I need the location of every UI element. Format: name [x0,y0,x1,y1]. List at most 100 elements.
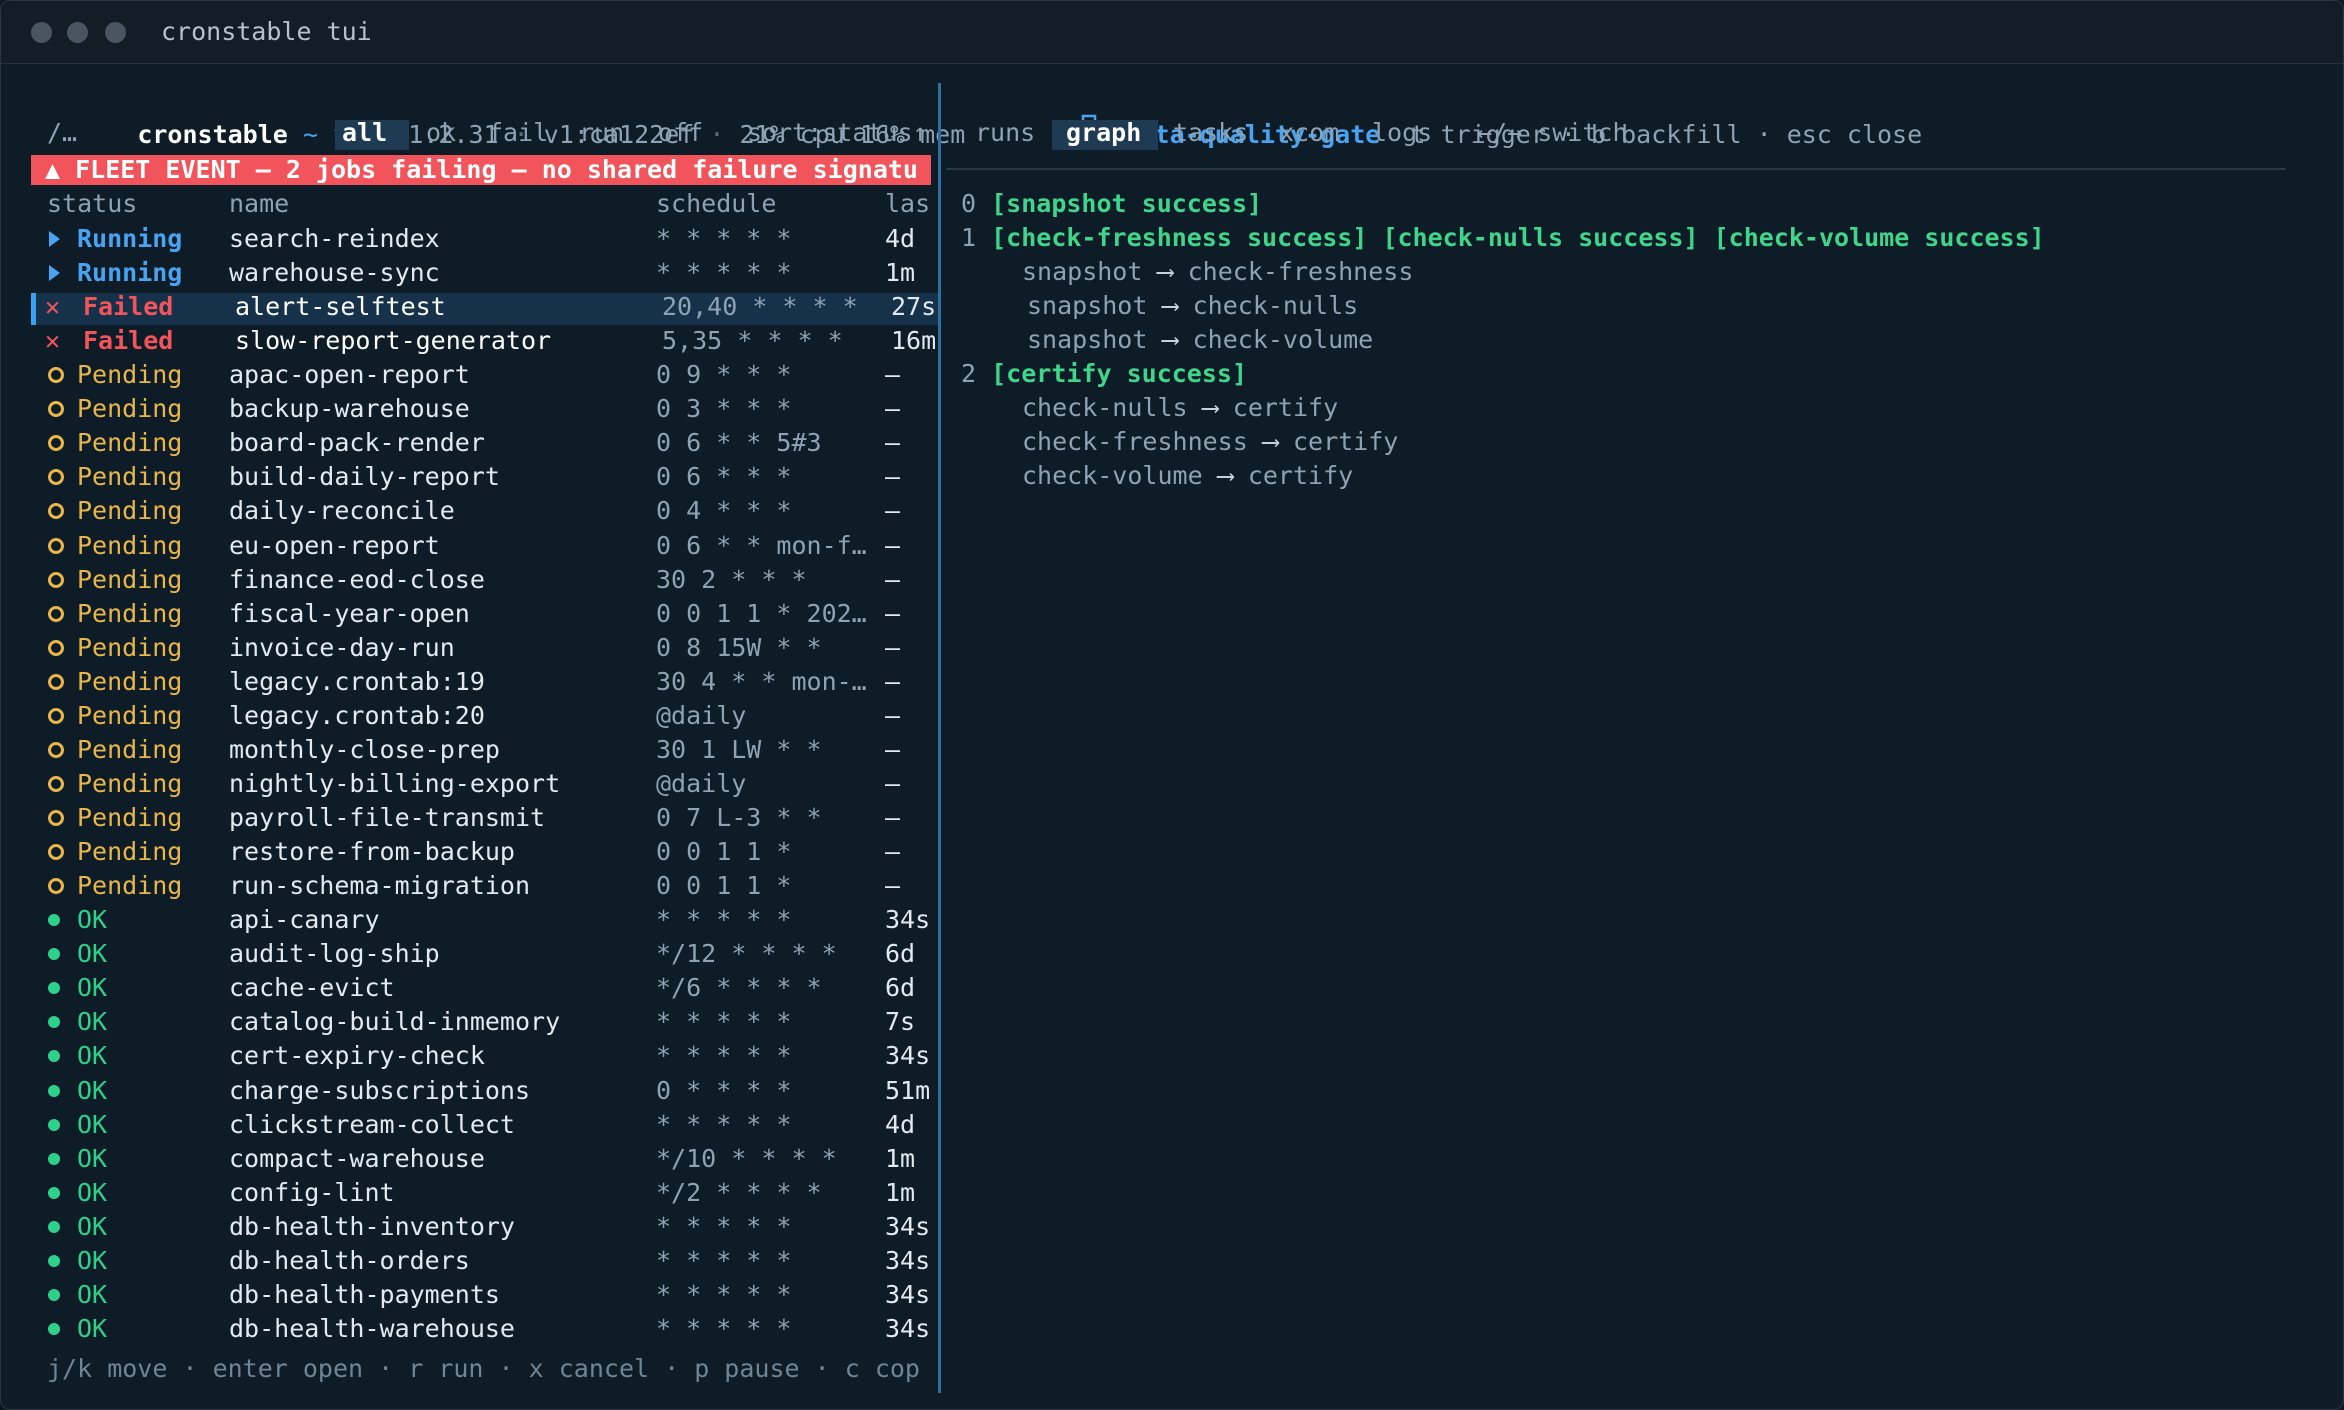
job-name: backup-warehouse [229,394,470,424]
table-row[interactable]: OK clickstream-collect * * * * * 4d [1,1108,938,1142]
table-row[interactable]: OK cache-evict */6 * * * * 6d [1,971,938,1005]
ok-dot-icon [48,1254,60,1267]
level-nodes[interactable]: [certify success] [991,359,1247,388]
edge-from: snapshot [1027,291,1148,321]
level-nodes[interactable]: [snapshot success] [991,189,1262,218]
filter-tab-fail[interactable]: fail [488,118,548,148]
col-name-header[interactable]: name [229,187,289,221]
job-schedule: 0 4 * * * [656,496,792,526]
col-last-header[interactable]: las [885,187,930,221]
pending-clock-icon [48,537,64,554]
minimize-window-button[interactable] [67,22,88,43]
table-row[interactable]: Running warehouse-sync * * * * * 1m [1,256,938,290]
job-last-run: — [885,394,901,424]
search-prompt[interactable]: /… [47,118,77,148]
table-row[interactable]: OK db-health-warehouse * * * * * 34s [1,1312,938,1346]
table-row[interactable]: OK db-health-payments * * * * * 34s [1,1278,938,1312]
status-label: Pending [77,632,183,662]
table-row[interactable]: OK db-health-inventory * * * * * 34s [1,1210,938,1244]
ok-dot-icon [48,1118,60,1131]
status-label: OK [77,1041,108,1071]
arrow-icon: ⟶ [1162,291,1178,321]
status-label: Pending [77,496,183,526]
pending-clock-icon [48,469,64,486]
table-row[interactable]: OK db-health-orders * * * * * 34s [1,1244,938,1278]
status-label: OK [77,1211,108,1241]
job-name: search-reindex [229,224,440,253]
table-row[interactable]: Pending payroll-file-transmit 0 7 L-3 * * — [1,801,938,835]
graph-edge: check-freshness ⟶ certify [1022,425,1398,459]
table-row[interactable]: Pending invoice-day-run 0 8 15W * * — [1,631,938,665]
table-row[interactable]: Running search-reindex * * * * * 4d [1,222,938,256]
table-row[interactable]: OK api-canary * * * * * 34s [1,903,938,937]
tab-xcom[interactable]: xcom [1279,118,1339,148]
filter-tab-off[interactable]: off [658,118,703,148]
job-last-run: — [885,700,901,730]
table-row[interactable]: Pending build-daily-report 0 6 * * * — [1,460,938,494]
job-last-run: 34s [885,1279,931,1309]
filter-tab-all[interactable]: all [342,118,387,148]
table-row[interactable]: OK compact-warehouse */10 * * * * 1m [1,1142,938,1176]
switch-hint: ←/→ switch [1477,118,1628,147]
job-schedule: * * * * * [656,1211,792,1241]
tab-graph[interactable]: graph [1066,118,1141,148]
pending-clock-icon [48,401,64,418]
status-label: Pending [77,360,183,390]
job-last-run: 34s [885,1211,931,1241]
table-row[interactable]: Pending run-schema-migration 0 0 1 1 * — [1,869,938,903]
table-row[interactable]: OK cert-expiry-check * * * * * 34s [1,1039,938,1073]
sort-indicator[interactable]: sort:status↑ [747,118,928,148]
status-label: Failed [83,292,174,322]
status-label: Failed [83,326,174,356]
col-status-header[interactable]: status [47,187,137,221]
job-last-run: 51m [885,1075,931,1105]
pending-clock-icon [48,878,64,895]
table-row[interactable]: Pending finance-eod-close 30 2 * * * — [1,563,938,597]
job-schedule: 20,40 * * * * [662,292,858,322]
ok-dot-icon [48,982,60,995]
close-window-button[interactable] [31,22,52,43]
table-row[interactable]: Pending legacy.crontab:19 30 4 * * mon-… — [1,665,938,699]
edge-from: snapshot [1022,257,1143,287]
job-schedule: 0 3 * * * [656,394,792,424]
level-nodes[interactable]: [check-freshness success] [check-nulls s… [991,223,2045,252]
table-row[interactable]: Pending board-pack-render 0 6 * * 5#3 — [1,426,938,460]
table-row[interactable]: OK audit-log-ship */12 * * * * 6d [1,937,938,971]
maximize-window-button[interactable] [105,22,126,43]
job-last-run: 34s [885,1245,931,1275]
graph-edge: snapshot ⟶ check-volume [1027,323,1373,357]
table-row[interactable]: Pending fiscal-year-open 0 0 1 1 * 202… — [1,597,938,631]
app-header: cronstable ~ tui v1.2.31 · v1:ca122ef · … [47,84,965,149]
job-schedule: * * * * * [656,1245,792,1275]
tab-runs[interactable]: runs [975,118,1035,148]
job-last-run: — [885,803,901,833]
table-row[interactable]: ✕ Failed alert-selftest 20,40 * * * * 27s [1,290,938,324]
ok-dot-icon [48,1186,60,1199]
job-name: apac-open-report [229,360,470,390]
status-label: Pending [77,700,183,730]
table-row[interactable]: Pending restore-from-backup 0 0 1 1 * — [1,835,938,869]
table-row[interactable]: OK charge-subscriptions 0 * * * * 51m [1,1074,938,1108]
job-schedule: 0 6 * * 5#3 [656,428,822,458]
col-schedule-header[interactable]: schedule [656,187,776,221]
table-row[interactable]: Pending monthly-close-prep 30 1 LW * * — [1,733,938,767]
table-row[interactable]: Pending daily-reconcile 0 4 * * * — [1,494,938,528]
table-row[interactable]: OK config-lint */2 * * * * 1m [1,1176,938,1210]
tab-logs[interactable]: logs [1372,118,1432,148]
filter-tab-run[interactable]: run [579,118,624,148]
job-last-run: — [885,496,901,526]
status-label: OK [77,905,108,935]
table-row[interactable]: Pending legacy.crontab:20 @daily — [1,699,938,733]
pane-divider[interactable] [938,83,941,1393]
failed-icon: ✕ [45,292,61,322]
filter-tab-ok[interactable]: ok [426,118,456,148]
table-row[interactable]: Pending nightly-billing-export @daily — [1,767,938,801]
tab-tasks[interactable]: tasks [1173,118,1248,148]
table-row[interactable]: Pending apac-open-report 0 9 * * * — [1,358,938,392]
graph-level: 0 [snapshot success] [961,187,1262,221]
table-row[interactable]: Pending backup-warehouse 0 3 * * * — [1,392,938,426]
table-row[interactable]: OK catalog-build-inmemory * * * * * 7s [1,1005,938,1039]
table-row[interactable]: Pending eu-open-report 0 6 * * mon-f… — [1,529,938,563]
job-name: legacy.crontab:20 [229,700,485,730]
table-row[interactable]: ✕ Failed slow-report-generator 5,35 * * * *… [1,324,938,358]
